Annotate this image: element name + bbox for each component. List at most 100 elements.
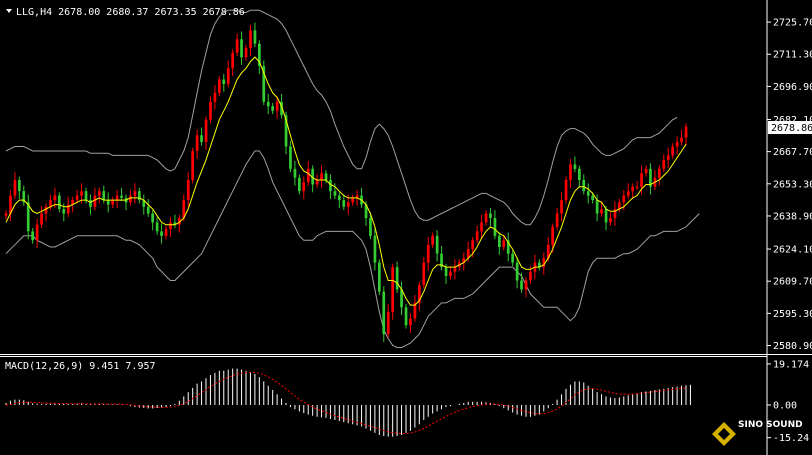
candle-body	[298, 177, 301, 192]
candle-body	[569, 164, 572, 180]
candle-body	[658, 168, 661, 178]
candle-body	[475, 231, 479, 241]
candle-body	[586, 191, 590, 196]
candle-body	[573, 164, 577, 169]
price-tick-label: 2609.70	[773, 277, 812, 288]
candle-body	[369, 218, 372, 236]
bollinger-bands	[5, 9, 700, 348]
collapse-arrow-icon[interactable]	[6, 9, 12, 13]
candle-body	[329, 180, 332, 192]
candle-body	[435, 235, 439, 254]
candle-body	[409, 318, 412, 326]
candle-body	[582, 180, 586, 192]
candle-body	[289, 146, 292, 169]
candle-body	[644, 168, 648, 174]
candle-body	[231, 52, 234, 69]
candle-body	[98, 191, 101, 196]
candle-body	[378, 262, 381, 292]
candle-body	[151, 213, 154, 223]
candle-body	[342, 200, 346, 207]
candle-body	[422, 262, 426, 285]
bollinger-lower-line	[5, 150, 700, 348]
price-tick-label: 2653.30	[773, 179, 812, 190]
candle-body	[373, 235, 377, 263]
candle-body	[160, 231, 163, 236]
candle-body	[102, 191, 106, 201]
candle-body	[595, 200, 599, 214]
candle-body	[89, 200, 92, 207]
candle-body	[453, 267, 457, 272]
candle-body	[200, 135, 203, 142]
candle-body	[560, 200, 563, 214]
candle-body	[489, 213, 492, 218]
candle-body	[271, 106, 274, 111]
macd-header: MACD(12,26,9) 9.451 7.957	[5, 361, 156, 372]
candle-body	[600, 209, 603, 214]
price-tick-label: 2696.90	[773, 82, 812, 93]
candle-body	[302, 182, 306, 192]
candle-body	[18, 180, 21, 192]
candle-body	[293, 168, 297, 178]
candle-body	[640, 173, 643, 187]
candle-body	[666, 155, 670, 160]
candle-body	[564, 180, 568, 201]
candle-body	[244, 48, 248, 58]
candle-body	[471, 240, 474, 250]
candle-body	[266, 101, 270, 107]
price-tick-label: 2711.30	[773, 50, 812, 61]
candle-body	[520, 280, 523, 290]
price-axis-ticks: 2725.702711.302696.902682.102667.702653.…	[767, 18, 812, 352]
candle-body	[382, 291, 386, 335]
candle-body	[275, 101, 279, 111]
candle-body	[249, 30, 252, 49]
price-tick-label: 2624.10	[773, 245, 812, 256]
candle-body	[164, 229, 168, 236]
candle-body	[218, 79, 221, 93]
candle-body	[324, 173, 328, 180]
macd-tick-label: -15.24	[773, 433, 809, 444]
candle-body	[480, 222, 483, 232]
candle-body	[226, 68, 230, 84]
price-tick-label: 2725.70	[773, 18, 812, 29]
candle-body	[315, 180, 319, 185]
candle-body	[529, 271, 532, 281]
candle-body	[209, 101, 212, 120]
price-tick-label: 2595.30	[773, 309, 812, 320]
candle-body	[53, 195, 57, 201]
chart-window: 2725.70 2711.30 2696.90 2682.10 2667.70 2653.…	[0, 0, 812, 455]
candle-body	[426, 244, 430, 263]
candle-body	[431, 235, 434, 245]
bollinger-upper-line	[5, 9, 678, 226]
candle-body	[111, 200, 114, 205]
candle-body	[484, 213, 488, 223]
candle-body	[195, 135, 199, 151]
candle-body	[395, 267, 399, 290]
candle-body	[386, 311, 390, 335]
candle-body	[44, 206, 48, 214]
candle-body	[391, 267, 394, 312]
candle-body	[204, 119, 208, 142]
candle-body	[338, 195, 341, 201]
candle-body	[13, 180, 17, 196]
candle-body	[551, 226, 554, 245]
candle-body	[444, 267, 448, 276]
price-header-group: LLG,H4 2678.00 2680.37 2673.35 2678.86	[6, 7, 245, 18]
watermark-text: SINO SOUND	[738, 420, 803, 430]
candle-body	[306, 168, 310, 183]
candle-body	[93, 195, 97, 207]
candle-body	[58, 195, 61, 209]
candle-body	[240, 39, 243, 58]
candle-body	[40, 213, 43, 225]
price-tick-label: 2667.70	[773, 147, 812, 158]
last-price-label: 2678.86	[771, 123, 812, 134]
candle-body	[404, 307, 408, 326]
candle-body	[524, 280, 528, 290]
candle-body	[502, 240, 506, 247]
candle-body	[635, 186, 639, 188]
candle-body	[146, 206, 150, 214]
candle-body	[35, 224, 39, 241]
macd-pane: 19.174 0.00 -15.24	[5, 359, 809, 444]
candle-body	[320, 173, 323, 180]
candle-body	[75, 195, 79, 201]
candle-body	[449, 271, 452, 277]
